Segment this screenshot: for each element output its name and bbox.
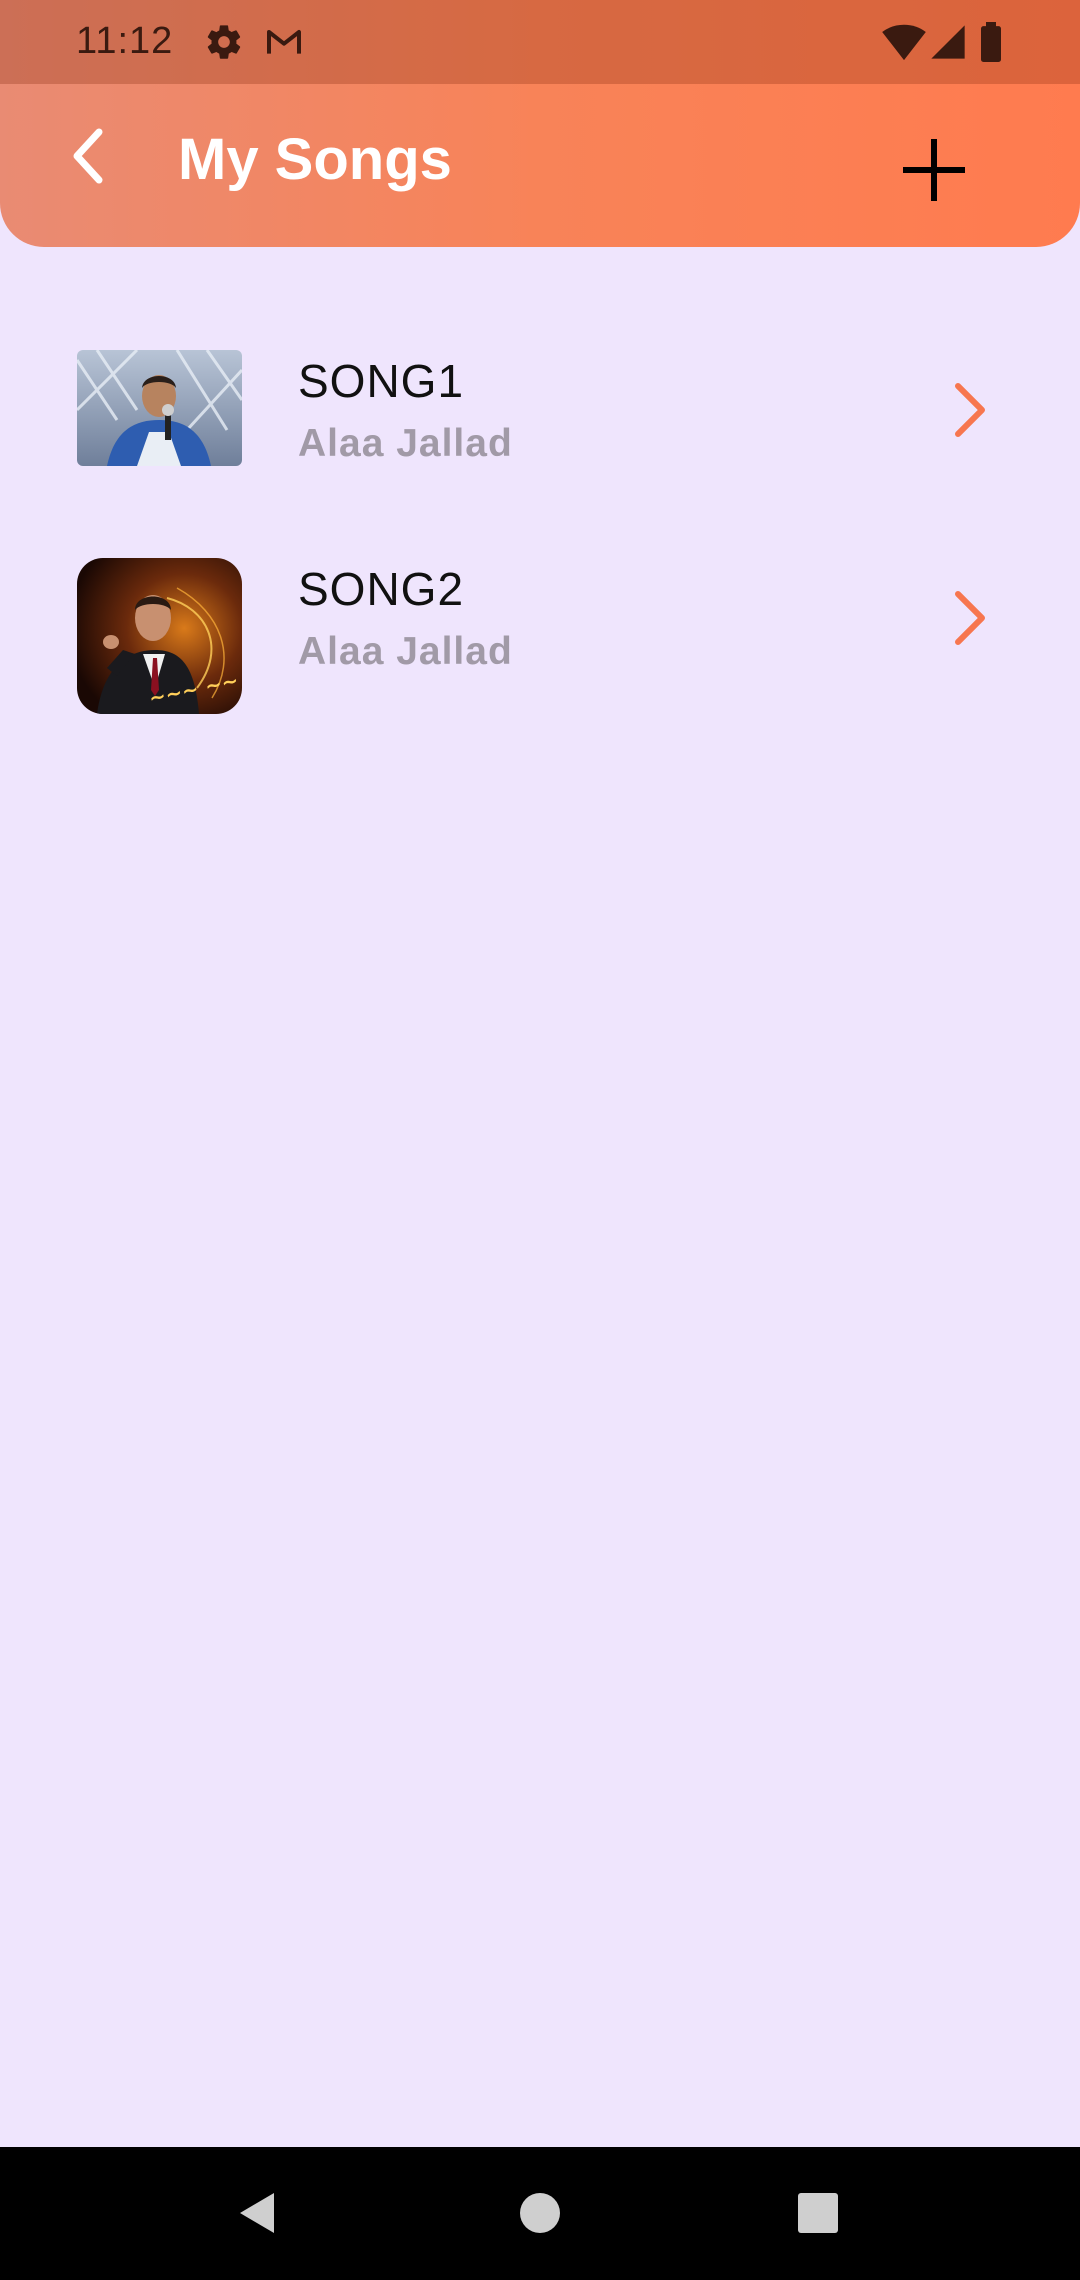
chevron-right-icon <box>940 374 1000 446</box>
song-list-item[interactable]: ~~~ ~~ SONG2 Alaa Jallad <box>0 538 1080 746</box>
song-title: SONG1 <box>298 355 465 407</box>
song-list: SONG1 Alaa Jallad ~~~ ~~ SONG2 Alaa Jall… <box>0 330 1080 746</box>
plus-icon <box>903 139 965 201</box>
chevron-left-icon <box>73 128 103 184</box>
battery-icon <box>976 22 1006 63</box>
artist-photo-stage <box>77 350 242 466</box>
recents-square-icon <box>798 2193 838 2233</box>
chevron-right-icon <box>940 582 1000 654</box>
nav-recents-button[interactable] <box>782 2177 854 2249</box>
song-list-item[interactable]: SONG1 Alaa Jallad <box>0 330 1080 538</box>
status-bar: 11:12 <box>0 0 1080 84</box>
song-thumbnail: ~~~ ~~ <box>77 558 242 714</box>
status-time: 11:12 <box>76 20 174 62</box>
song-artist: Alaa Jallad <box>298 422 513 465</box>
app-bar: My Songs <box>0 84 1080 247</box>
add-song-button[interactable] <box>888 124 980 216</box>
song-artist: Alaa Jallad <box>298 630 513 673</box>
gmail-icon <box>264 22 304 62</box>
nav-back-button[interactable] <box>222 2177 294 2249</box>
song-title: SONG2 <box>298 563 465 615</box>
page-title: My Songs <box>178 127 452 192</box>
song-thumbnail <box>77 350 242 466</box>
wifi-icon <box>882 22 926 62</box>
nav-home-button[interactable] <box>504 2177 576 2249</box>
back-button[interactable] <box>52 120 124 192</box>
signal-icon <box>928 22 968 62</box>
my-songs-screen: 11:12 My Songs SONG1 Alaa Jallad ~~~ ~~ … <box>0 0 1080 2280</box>
artist-photo-poster: ~~~ ~~ <box>77 558 242 714</box>
home-circle-icon <box>520 2193 560 2233</box>
settings-icon <box>204 22 244 62</box>
app-header-background: 11:12 My Songs <box>0 0 1080 247</box>
system-navigation-bar <box>0 2147 1080 2280</box>
back-triangle-icon <box>240 2193 274 2233</box>
